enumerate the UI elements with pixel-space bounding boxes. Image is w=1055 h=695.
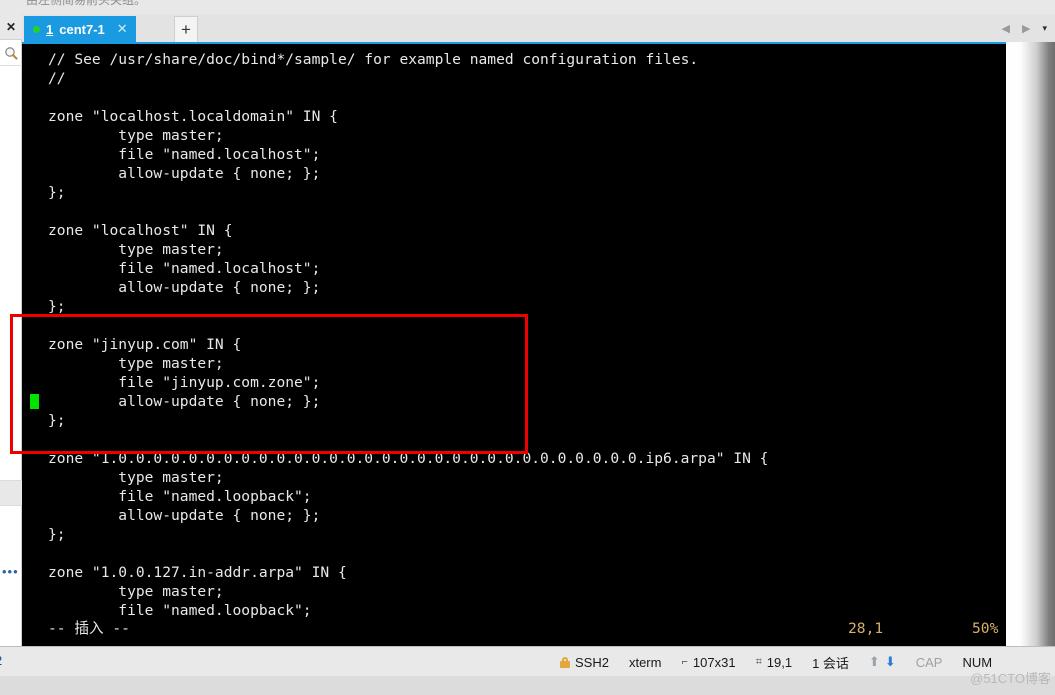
terminal-line: file "named.loopback"; xyxy=(48,602,312,619)
vim-status-line: -- 插入 -- 28,1 50% xyxy=(22,619,1006,638)
app-window: 由左侧简易前头关组。 ✕ ••• 1 cent7-1 ✕ + ◀ ▶ ▾ // … xyxy=(0,0,1055,695)
status-dimensions-label: 107x31 xyxy=(692,654,736,670)
tab-cent7-1[interactable]: 1 cent7-1 ✕ xyxy=(24,16,136,42)
tab-navigation: ◀ ▶ ▾ xyxy=(1002,14,1047,42)
clipped-top-text: 由左侧简易前头关组。 xyxy=(26,0,147,7)
terminal-line: allow-update { none; }; xyxy=(48,165,321,182)
terminal-line: }; xyxy=(48,412,66,429)
terminal-line: zone "1.0.0.127.in-addr.arpa" IN { xyxy=(48,564,347,581)
terminal-line: allow-update { none; }; xyxy=(48,507,321,524)
tab-prev-icon[interactable]: ◀ xyxy=(1002,22,1010,35)
terminal-line: allow-update { none; }; xyxy=(30,392,1006,411)
rail-dock-separator xyxy=(0,480,22,506)
resize-icon: ⌐ xyxy=(681,656,688,668)
lock-icon xyxy=(560,656,570,668)
watermark: @51CTO博客 xyxy=(970,671,1051,686)
status-caps-lock-label: CAP xyxy=(915,654,943,670)
tab-title: cent7-1 xyxy=(59,21,105,37)
terminal-line: type master; xyxy=(48,241,224,258)
status-protocol[interactable]: SSH2 xyxy=(560,655,609,670)
terminal-line: type master; xyxy=(48,583,224,600)
terminal-cursor xyxy=(30,394,39,409)
desktop-edge xyxy=(1006,42,1055,646)
status-transfer: ⬆ ⬇ xyxy=(869,654,896,670)
terminal-line: type master; xyxy=(48,469,224,486)
tab-bar: 1 cent7-1 ✕ + ◀ ▶ ▾ xyxy=(22,14,1055,42)
status-caps-lock[interactable]: CAP xyxy=(916,655,943,670)
terminal-line: zone "localhost.localdomain" IN { xyxy=(48,108,338,125)
terminal-line: zone "jinyup.com" IN { xyxy=(48,336,242,353)
tab-close-icon[interactable]: ✕ xyxy=(117,21,128,37)
tab-status-dot-icon xyxy=(33,25,40,33)
terminal-line: file "jinyup.com.zone"; xyxy=(48,374,321,391)
status-term-type-label: xterm xyxy=(628,654,662,670)
download-arrow-icon: ⬇ xyxy=(884,654,896,669)
terminal-line: // xyxy=(48,70,66,87)
status-dimensions[interactable]: ⌐ 107x31 xyxy=(681,655,735,670)
terminal-line: type master; xyxy=(48,127,224,144)
status-items: SSH2 xterm ⌐ 107x31 ⌗ 19,1 1 会话 ⬆ ⬇ CAP xyxy=(560,647,992,677)
bottom-filler xyxy=(0,676,1055,695)
left-rail: ✕ ••• xyxy=(0,14,22,654)
status-cursor-pos-label: 19,1 xyxy=(766,654,793,670)
status-cursor-pos[interactable]: ⌗ 19,1 xyxy=(756,655,793,670)
status-left-value: 2 xyxy=(0,653,2,668)
rail-more-icon[interactable]: ••• xyxy=(2,562,20,582)
terminal-line: file "named.localhost"; xyxy=(48,146,321,163)
new-tab-button[interactable]: + xyxy=(174,16,198,42)
tab-number: 1 xyxy=(46,21,54,37)
terminal-output[interactable]: // See /usr/share/doc/bind*/sample/ for … xyxy=(22,44,1006,646)
terminal-line: type master; xyxy=(48,355,224,372)
status-sessions[interactable]: 1 会话 xyxy=(812,653,849,672)
status-sessions-label: 1 会话 xyxy=(812,655,849,671)
vim-scroll-percent: 50% xyxy=(972,620,999,637)
terminal-line: }; xyxy=(48,526,66,543)
clipped-top-strip: 由左侧简易前头关组。 xyxy=(0,0,1055,14)
search-icon[interactable] xyxy=(0,40,22,66)
chevron-down-icon[interactable]: ▾ xyxy=(1042,23,1047,34)
terminal-line: }; xyxy=(48,184,66,201)
status-bar: 2 SSH2 xterm ⌐ 107x31 ⌗ 19,1 1 会话 ⬆ ⬇ xyxy=(0,646,1055,676)
terminal-line: }; xyxy=(48,298,66,315)
terminal-line: // See /usr/share/doc/bind*/sample/ for … xyxy=(48,51,699,68)
terminal-line: file "named.loopback"; xyxy=(48,488,312,505)
cursor-pos-icon: ⌗ xyxy=(755,655,762,668)
status-term-type[interactable]: xterm xyxy=(629,655,662,670)
terminal-line: zone "1.0.0.0.0.0.0.0.0.0.0.0.0.0.0.0.0.… xyxy=(48,450,769,467)
upload-arrow-icon: ⬆ xyxy=(868,654,880,669)
close-icon[interactable]: ✕ xyxy=(0,14,22,40)
terminal-line: zone "localhost" IN { xyxy=(48,222,233,239)
terminal-line: file "named.localhost"; xyxy=(48,260,321,277)
vim-cursor-position: 28,1 xyxy=(848,620,884,637)
vim-mode-label: -- 插入 -- xyxy=(48,620,130,637)
terminal-panel: // See /usr/share/doc/bind*/sample/ for … xyxy=(22,42,1055,646)
status-protocol-label: SSH2 xyxy=(575,654,609,670)
terminal-line: allow-update { none; }; xyxy=(48,279,321,296)
tab-next-icon[interactable]: ▶ xyxy=(1022,22,1030,35)
